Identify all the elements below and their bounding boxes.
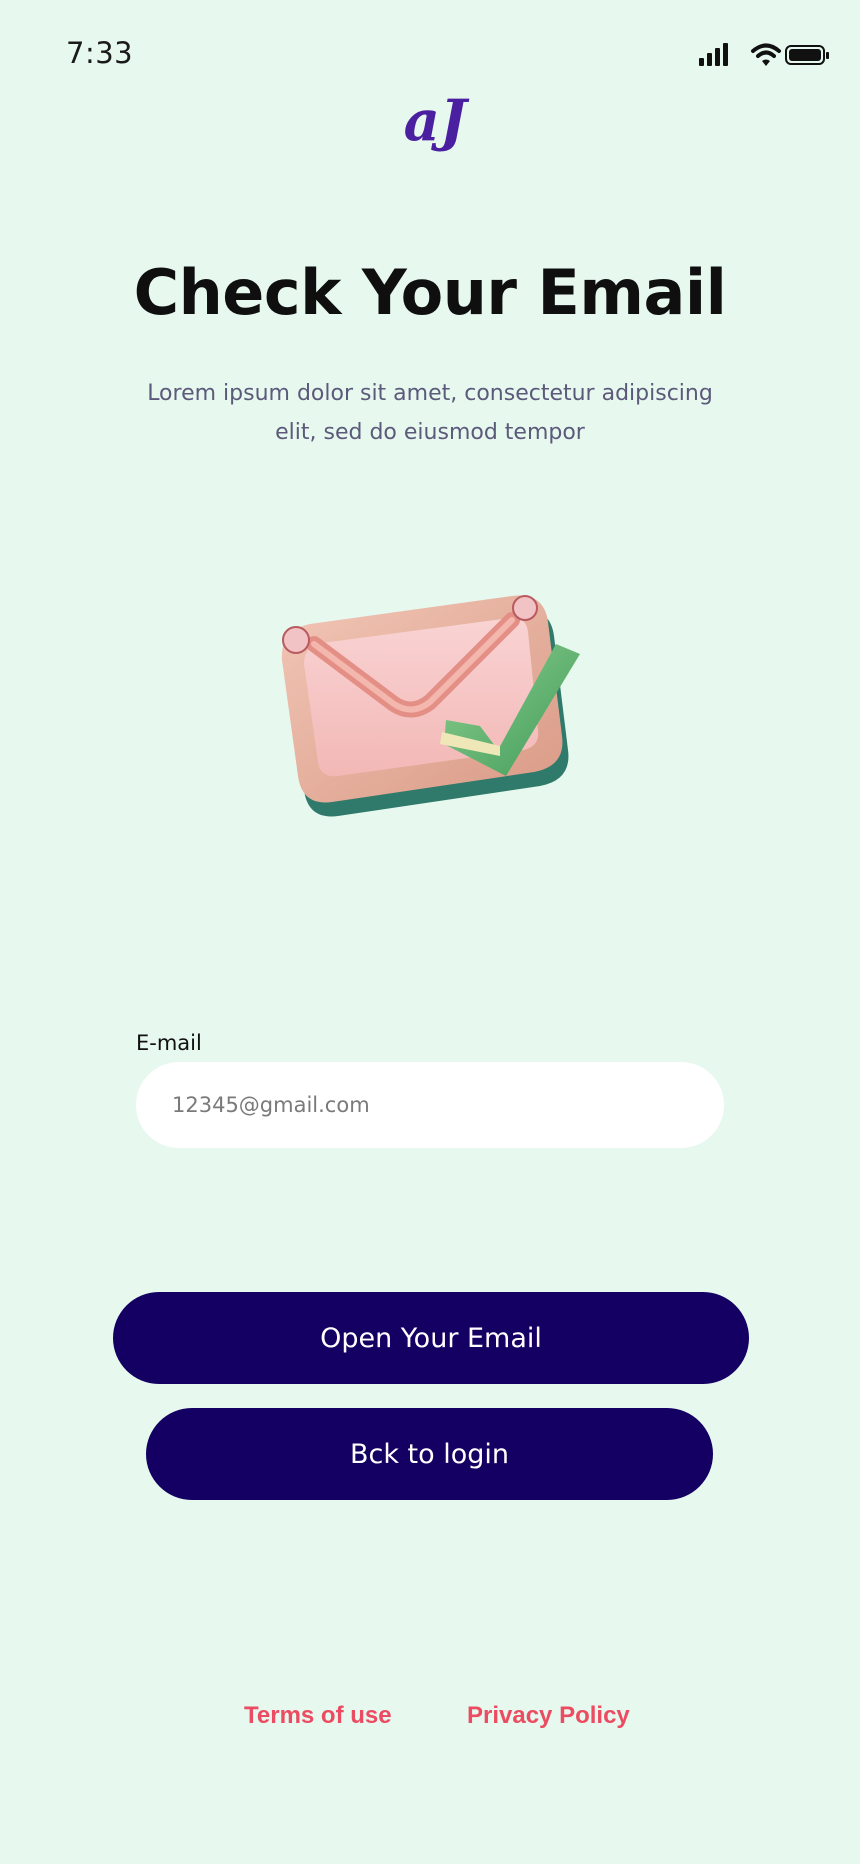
privacy-policy-link[interactable]: Privacy Policy bbox=[467, 1702, 630, 1730]
wifi-icon bbox=[751, 43, 781, 66]
brand-logo: aJ bbox=[404, 88, 470, 154]
terms-of-use-link[interactable]: Terms of use bbox=[244, 1702, 392, 1730]
back-to-login-button[interactable]: Bck to login bbox=[146, 1408, 713, 1500]
status-time: 7:33 bbox=[66, 36, 134, 70]
check-email-screen: 7:33 aJ Check Your Email Lorem ipsum dol… bbox=[0, 0, 860, 1864]
signal-icon bbox=[699, 43, 728, 66]
page-subtitle: Lorem ipsum dolor sit amet, consectetur … bbox=[147, 381, 713, 445]
email-label: E-mail bbox=[136, 1031, 202, 1055]
status-icons bbox=[699, 43, 829, 66]
open-email-button[interactable]: Open Your Email bbox=[113, 1292, 749, 1384]
svg-text:aJ: aJ bbox=[404, 88, 470, 154]
email-input[interactable] bbox=[136, 1062, 724, 1148]
battery-icon bbox=[785, 45, 829, 65]
email-check-icon bbox=[281, 595, 580, 817]
page-title: Check Your Email bbox=[133, 256, 727, 329]
